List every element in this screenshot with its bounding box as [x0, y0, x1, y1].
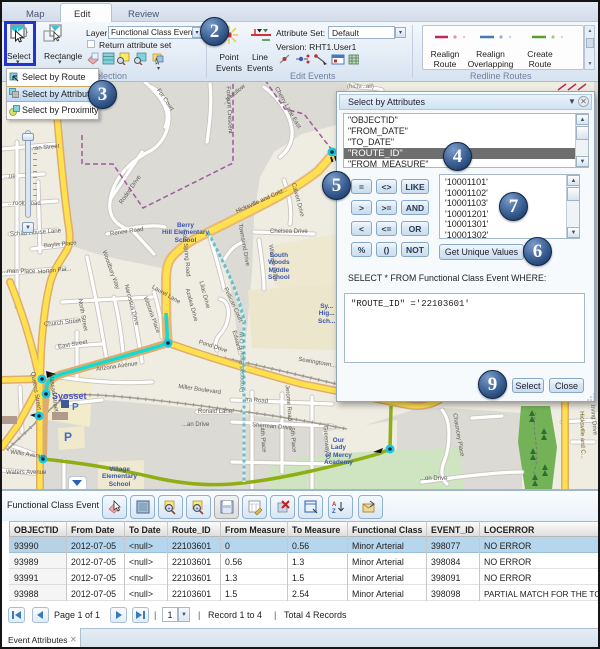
svg-text:+: +	[195, 507, 199, 513]
svg-text:A: A	[332, 502, 337, 508]
svg-text:+: +	[167, 507, 171, 513]
svg-text:}: }	[25, 27, 29, 38]
svg-text:Z: Z	[332, 509, 336, 515]
